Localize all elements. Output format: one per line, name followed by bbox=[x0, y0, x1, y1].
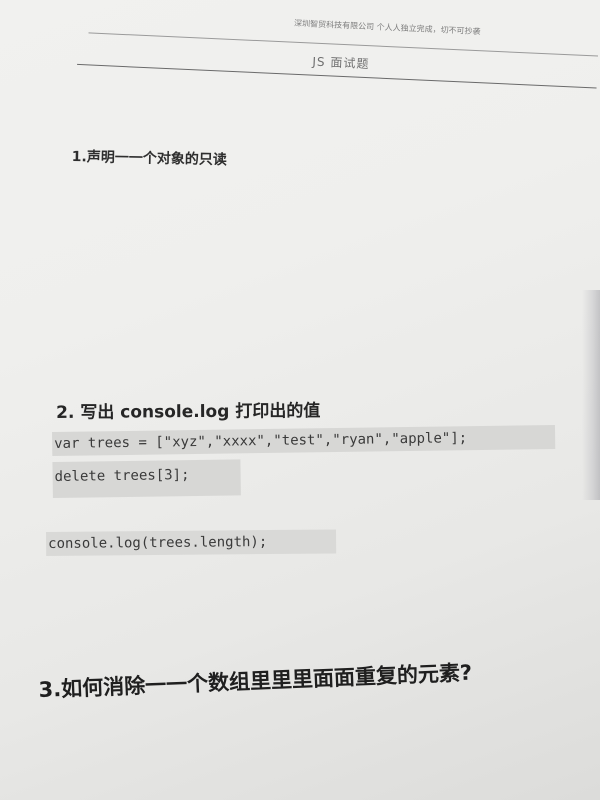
question-1: 1.声明一一个对象的只读 bbox=[71, 148, 227, 169]
question-3: 3.如何消除一一个数组里里里面面重复的元素? bbox=[38, 660, 473, 702]
code-block: var trees = ["xyz","xxxx","test","ryan",… bbox=[52, 424, 563, 504]
document-title: JS 面试题 bbox=[312, 54, 370, 72]
page-header: 深圳智贸科技有限公司 个人人独立完成，切不可抄袭 JS 面试题 bbox=[75, 0, 600, 130]
header-divider-top bbox=[88, 32, 599, 57]
code-line-2: delete trees[3]; bbox=[52, 459, 241, 498]
code-line-3: console.log(trees.length); bbox=[46, 529, 337, 556]
code-line-1: var trees = ["xyz","xxxx","test","ryan",… bbox=[52, 424, 556, 456]
paper-sheet: 深圳智贸科技有限公司 个人人独立完成，切不可抄袭 JS 面试题 1.声明一一个对… bbox=[0, 0, 600, 800]
page-shadow-fold bbox=[582, 290, 600, 500]
question-2: 2. 写出 console.log 打印出的值 bbox=[56, 401, 321, 423]
header-company-text: 深圳智贸科技有限公司 个人人独立完成，切不可抄袭 bbox=[293, 18, 481, 37]
